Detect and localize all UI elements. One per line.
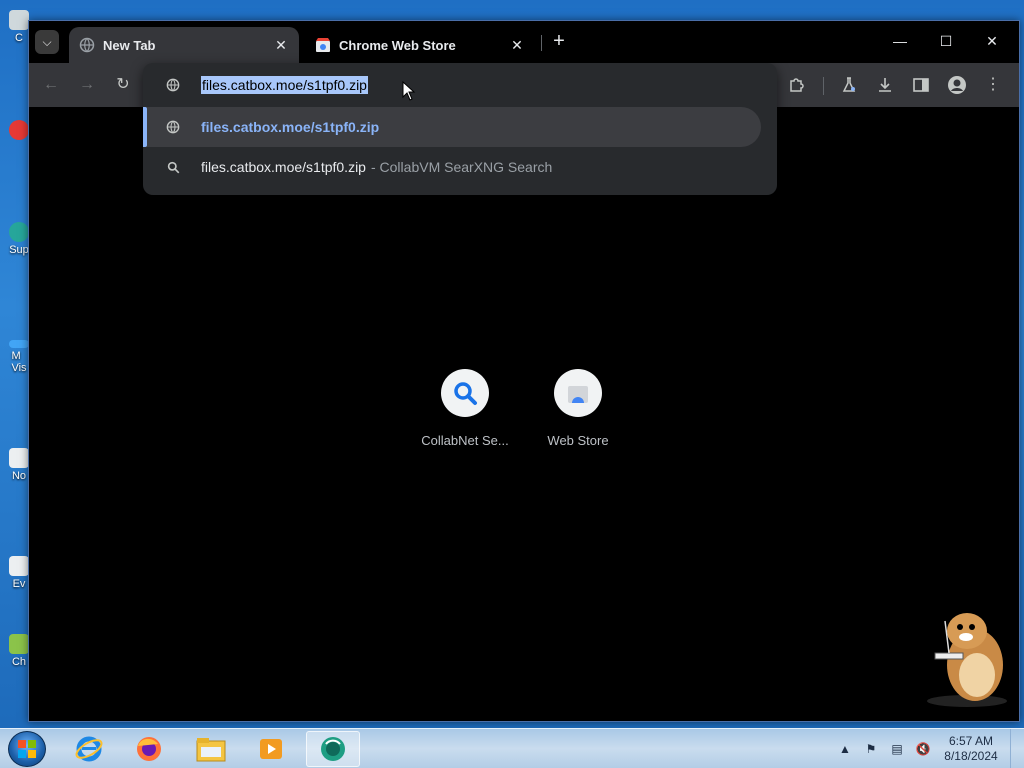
toolbar-divider (823, 77, 824, 95)
browser-window: ⌵ New Tab ✕ Chrome Web Store ✕ + — ☐ ✕ ← (28, 20, 1020, 722)
suggestion-search-provider: - CollabVM SearXNG Search (370, 159, 553, 175)
forward-button[interactable]: → (75, 73, 99, 97)
taskbar-firefox[interactable] (122, 731, 176, 767)
firefox-icon (137, 737, 161, 761)
desktop-icon-1[interactable]: C (8, 10, 30, 44)
desktop-icon-5[interactable]: No (8, 448, 30, 482)
omnibox-suggestion-search[interactable]: files.catbox.moe/s1tpf0.zip - CollabVM S… (143, 147, 777, 187)
downloads-button[interactable] (873, 73, 897, 97)
omnibox-suggestion-url[interactable]: files.catbox.moe/s1tpf0.zip (143, 107, 761, 147)
windows-logo-icon (18, 740, 36, 758)
desktop-icon-7-label: Ch (11, 656, 27, 668)
network-icon[interactable]: ▤ (888, 740, 906, 758)
desktop-icon-5-image (9, 448, 29, 468)
close-window-button[interactable]: ✕ (969, 29, 1015, 55)
taskbar-chrome-app[interactable] (306, 731, 360, 767)
shortcut-icon-circle (554, 369, 602, 417)
shortcut-label: Web Store (547, 433, 609, 448)
profile-avatar-icon (948, 76, 966, 94)
globe-icon (165, 77, 181, 93)
desktop-icon-2-image (9, 120, 29, 140)
profile-button[interactable] (945, 73, 969, 97)
action-center-flag-icon[interactable]: ⚑ (862, 740, 880, 758)
new-tab-button[interactable]: + (547, 30, 571, 54)
desktop-icon-2[interactable] (8, 120, 30, 154)
desktop-icon-1-label: C (15, 32, 23, 44)
tab-title: New Tab (103, 37, 156, 53)
internet-explorer-icon (75, 736, 103, 762)
side-panel-icon (913, 78, 929, 92)
desktop-icon-3-image (9, 222, 29, 242)
shortcut-icon-circle (441, 369, 489, 417)
magnifier-icon (454, 382, 477, 405)
tab-divider (541, 35, 542, 51)
extensions-button[interactable] (785, 73, 809, 97)
search-icon (165, 159, 181, 175)
desktop-icon-4-label: M Vis (11, 350, 27, 374)
show-hidden-icons-button[interactable]: ▲ (836, 740, 854, 758)
back-button[interactable]: ← (39, 73, 63, 97)
desktop-icon-6-label: Ev (12, 578, 26, 590)
shortcut-label: CollabNet Se... (421, 433, 509, 448)
shortcut-collabnet-search[interactable]: CollabNet Se... (410, 369, 520, 448)
taskbar-file-explorer[interactable] (184, 731, 238, 767)
taskbar-media-player[interactable] (244, 731, 298, 767)
system-tray: ▲ ⚑ ▤ 🔇 6:57 AM 8/18/2024 (832, 729, 1024, 768)
web-store-icon (568, 386, 588, 403)
close-tab-icon[interactable]: ✕ (273, 37, 289, 54)
desktop-icon-6-image (9, 556, 29, 576)
reload-button[interactable]: ↻ (111, 73, 135, 97)
maximize-button[interactable]: ☐ (923, 29, 969, 55)
menu-button[interactable]: ⋮ (981, 73, 1005, 97)
mouse-cursor-icon (402, 81, 416, 101)
desktop-icon-6[interactable]: Ev (8, 556, 30, 590)
suggestion-focus-bar (143, 107, 147, 147)
omnibox-dropdown: files.catbox.moe/s1tpf0.zip files.catbox… (143, 63, 777, 195)
desktop-icon-7[interactable]: Ch (8, 634, 30, 668)
suggestion-search-text: files.catbox.moe/s1tpf0.zip (201, 159, 366, 175)
chevron-down-icon: ⌵ (42, 34, 52, 49)
web-store-icon (316, 38, 330, 52)
address-bar[interactable]: files.catbox.moe/s1tpf0.zip (143, 65, 777, 105)
tab-new-tab[interactable]: New Tab ✕ (69, 27, 299, 63)
file-explorer-icon (196, 738, 226, 762)
desktop-icon-1-image (9, 10, 29, 30)
desktop-icon-4[interactable]: M Vis (8, 340, 30, 374)
tab-chrome-web-store[interactable]: Chrome Web Store ✕ (305, 27, 535, 63)
tab-title: Chrome Web Store (339, 37, 456, 53)
desktop-icon-5-label: No (11, 470, 27, 482)
globe-icon (165, 119, 181, 135)
suggestion-url-text: files.catbox.moe/s1tpf0.zip (201, 119, 380, 135)
volume-muted-icon[interactable]: 🔇 (914, 740, 932, 758)
flask-icon (842, 77, 856, 92)
chrome-app-icon (321, 737, 345, 761)
clock[interactable]: 6:57 AM 8/18/2024 (936, 734, 1006, 764)
download-icon (879, 78, 891, 92)
address-input-value[interactable]: files.catbox.moe/s1tpf0.zip (201, 76, 368, 94)
show-desktop-button[interactable] (1010, 729, 1024, 768)
clock-time: 6:57 AM (948, 734, 994, 748)
labs-button[interactable] (837, 73, 861, 97)
tab-strip: ⌵ New Tab ✕ Chrome Web Store ✕ + — ☐ ✕ (29, 21, 1019, 63)
tab-search-button[interactable]: ⌵ (35, 30, 59, 54)
puzzle-icon (790, 78, 804, 92)
side-panel-button[interactable] (909, 73, 933, 97)
globe-icon (79, 37, 95, 53)
desktop-icon-3[interactable]: Sup (8, 222, 30, 256)
clock-date: 8/18/2024 (944, 749, 998, 763)
taskbar: ▲ ⚑ ▤ 🔇 6:57 AM 8/18/2024 (0, 728, 1024, 768)
desktop-icon-3-label: Sup (9, 244, 29, 256)
desktop-icon-7-image (9, 634, 29, 654)
taskbar-internet-explorer[interactable] (62, 731, 116, 767)
shortcut-web-store[interactable]: Web Store (523, 369, 633, 448)
new-tab-page: CollabNet Se... Web Store (29, 107, 1019, 721)
minimize-button[interactable]: — (877, 29, 923, 55)
start-button[interactable] (8, 731, 46, 767)
desktop-icon-4-image (9, 340, 29, 348)
hamster-mascot-image (927, 613, 1007, 707)
close-tab-icon[interactable]: ✕ (509, 37, 525, 54)
media-player-icon (260, 739, 282, 759)
